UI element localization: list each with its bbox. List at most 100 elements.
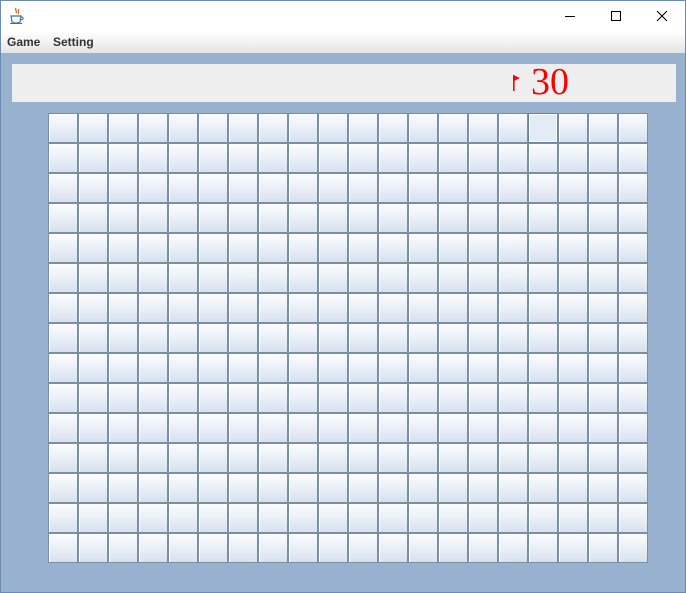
minefield-cell[interactable] [438,173,468,203]
minefield-cell[interactable] [438,413,468,443]
minefield-cell[interactable] [558,533,588,563]
minefield-cell[interactable] [168,353,198,383]
minimize-button[interactable] [547,1,593,32]
minefield-cell[interactable] [498,323,528,353]
minefield-cell[interactable] [228,323,258,353]
minefield-cell[interactable] [588,533,618,563]
minefield-cell[interactable] [138,503,168,533]
minefield-cell[interactable] [468,293,498,323]
minefield-cell[interactable] [618,143,648,173]
minefield-cell[interactable] [438,443,468,473]
minefield-cell[interactable] [588,173,618,203]
minefield-cell[interactable] [228,383,258,413]
minefield-cell[interactable] [198,503,228,533]
minefield-cell[interactable] [78,293,108,323]
minefield-cell[interactable] [258,173,288,203]
minefield-cell[interactable] [618,323,648,353]
minefield-cell[interactable] [378,353,408,383]
minefield-cell[interactable] [498,533,528,563]
minefield-cell[interactable] [258,473,288,503]
minefield-cell[interactable] [408,473,438,503]
minefield-cell[interactable] [438,353,468,383]
minefield-cell[interactable] [378,293,408,323]
minefield-cell[interactable] [258,353,288,383]
minefield-cell[interactable] [588,353,618,383]
minefield-cell[interactable] [198,353,228,383]
minefield-cell[interactable] [168,323,198,353]
minefield-cell[interactable] [48,443,78,473]
minefield-cell[interactable] [108,473,138,503]
minefield-cell[interactable] [378,413,408,443]
minefield-cell[interactable] [168,263,198,293]
minefield-cell[interactable] [108,263,138,293]
minefield-cell[interactable] [318,293,348,323]
minefield-cell[interactable] [138,413,168,443]
minefield-cell[interactable] [498,113,528,143]
minefield-cell[interactable] [48,143,78,173]
minefield-cell[interactable] [168,233,198,263]
minefield-cell[interactable] [498,473,528,503]
minefield-cell[interactable] [528,443,558,473]
minefield-cell[interactable] [228,503,258,533]
minefield-cell[interactable] [438,503,468,533]
minefield-cell[interactable] [48,503,78,533]
minefield-cell[interactable] [558,383,588,413]
minefield-cell[interactable] [198,203,228,233]
minefield-cell[interactable] [108,143,138,173]
minefield-cell[interactable] [78,353,108,383]
minefield-cell[interactable] [258,113,288,143]
minefield-cell[interactable] [468,173,498,203]
minefield-cell[interactable] [288,173,318,203]
minefield-cell[interactable] [258,503,288,533]
minefield-cell[interactable] [108,443,138,473]
minefield-cell[interactable] [318,173,348,203]
minefield-cell[interactable] [378,443,408,473]
minefield-cell[interactable] [288,383,318,413]
minefield-cell[interactable] [288,413,318,443]
minefield-cell[interactable] [558,173,588,203]
minefield-cell[interactable] [408,353,438,383]
minefield-cell[interactable] [48,293,78,323]
minefield-cell[interactable] [228,113,258,143]
minefield-cell[interactable] [78,473,108,503]
minefield-cell[interactable] [618,503,648,533]
menu-game[interactable]: Game [7,35,40,49]
minefield-cell[interactable] [78,323,108,353]
minefield-cell[interactable] [258,203,288,233]
minefield-cell[interactable] [78,413,108,443]
maximize-button[interactable] [593,1,639,32]
minefield-cell[interactable] [468,143,498,173]
minefield-cell[interactable] [198,323,228,353]
minefield-cell[interactable] [498,143,528,173]
minefield-cell[interactable] [618,173,648,203]
minefield-cell[interactable] [198,113,228,143]
minefield-cell[interactable] [318,263,348,293]
minefield-cell[interactable] [438,473,468,503]
minefield-cell[interactable] [138,293,168,323]
minefield-cell[interactable] [378,533,408,563]
minefield-cell[interactable] [198,143,228,173]
minefield-cell[interactable] [378,263,408,293]
minefield-cell[interactable] [348,383,378,413]
minefield-cell[interactable] [378,473,408,503]
minefield-cell[interactable] [318,413,348,443]
minefield-cell[interactable] [258,383,288,413]
minefield-cell[interactable] [108,353,138,383]
minefield-cell[interactable] [288,323,318,353]
minefield-cell[interactable] [288,113,318,143]
minefield-cell[interactable] [48,203,78,233]
minefield-cell[interactable] [138,473,168,503]
minefield-cell[interactable] [258,263,288,293]
minefield-cell[interactable] [558,143,588,173]
minefield-cell[interactable] [468,473,498,503]
minefield-cell[interactable] [498,413,528,443]
minefield-cell[interactable] [108,293,138,323]
minefield-cell[interactable] [498,263,528,293]
minefield-cell[interactable] [438,323,468,353]
minefield-cell[interactable] [618,353,648,383]
minefield-cell[interactable] [138,443,168,473]
minefield-cell[interactable] [528,113,558,143]
minefield-cell[interactable] [48,533,78,563]
minefield-cell[interactable] [318,503,348,533]
minefield-cell[interactable] [408,143,438,173]
